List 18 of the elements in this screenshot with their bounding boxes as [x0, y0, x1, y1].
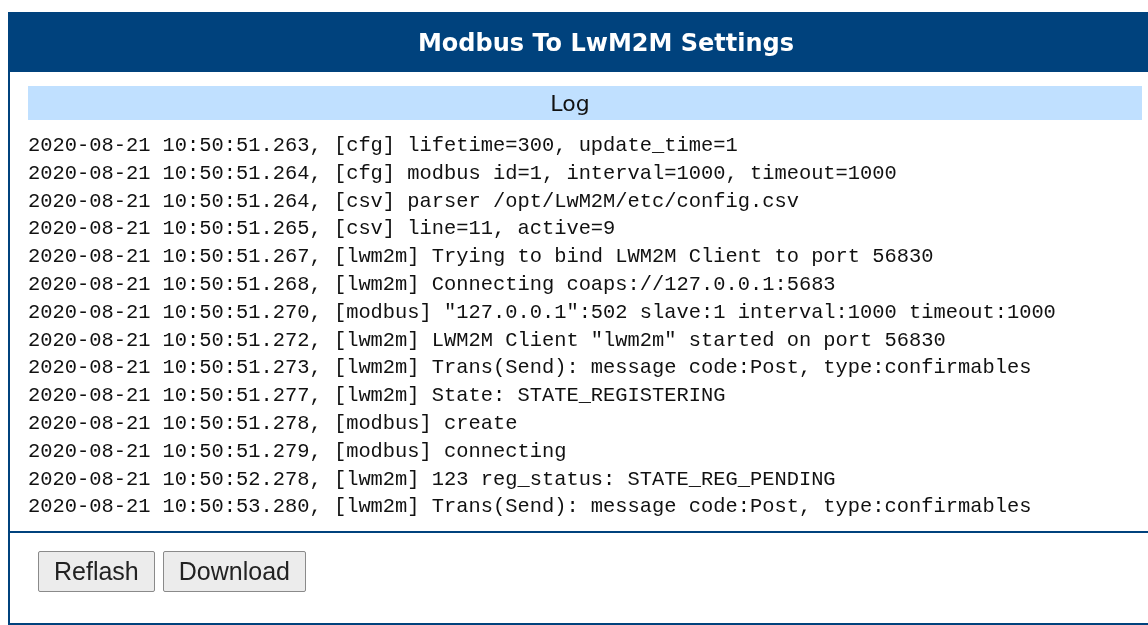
log-line: 2020-08-21 10:50:51.264, [csv] parser /opt/LwM2M/etc/config.csv: [28, 188, 800, 215]
log-line: 2020-08-21 10:50:51.268, [lwm2m] Connecting coaps://127.0.0.1:5683: [28, 272, 837, 298]
log-line: 2020-08-21 10:50:51.265, [csv] line=11, active=9: [28, 216, 617, 243]
log-line: 2020-08-21 10:50:51.273, [lwm2m] Trans(Send): message code:Post, type:confirmables: [28, 355, 1033, 382]
log-line: 2020-08-21 10:50:51.277, [lwm2m] State: STATE_REGISTERING: [28, 383, 727, 410]
log-line: 2020-08-21 10:50:51.267, [lwm2m] Trying to bind LWM2M Client to port 56830: [28, 244, 935, 271]
log-line: 2020-08-21 10:50:51.279, [modbus] connecting: [28, 438, 568, 465]
log-line: 2020-08-21 10:50:51.263, [cfg] lifetime=300, update_time=1: [28, 133, 739, 159]
log-line: 2020-08-21 10:50:52.278, [lwm2m] 123 reg_status: STATE_REG_PENDING: [28, 466, 837, 493]
log-header: Log: [28, 86, 1142, 120]
log-line: 2020-08-21 10:50:51.264, [cfg] modbus id=1, interval=1000, timeout=1000: [28, 160, 898, 187]
log-line: 2020-08-21 10:50:53.280, [lwm2m] Trans(Send): message code:Post, type:confirmables: [28, 494, 1033, 521]
log-line: 2020-08-21 10:50:51.278, [modbus] create: [28, 410, 519, 437]
log-line: 2020-08-21 10:50:51.270, [modbus] "127.0.0.1":502 slave:1 interval:1000 timeout:1000: [28, 299, 1057, 326]
refresh-button[interactable]: Reflash: [38, 551, 155, 593]
download-button[interactable]: Download: [162, 551, 306, 593]
panel-title: Modbus To LwM2M Settings: [10, 14, 1148, 72]
log-line: 2020-08-21 10:50:51.272, [lwm2m] LWM2M Client "lwm2m" started on port 56830: [28, 327, 947, 354]
